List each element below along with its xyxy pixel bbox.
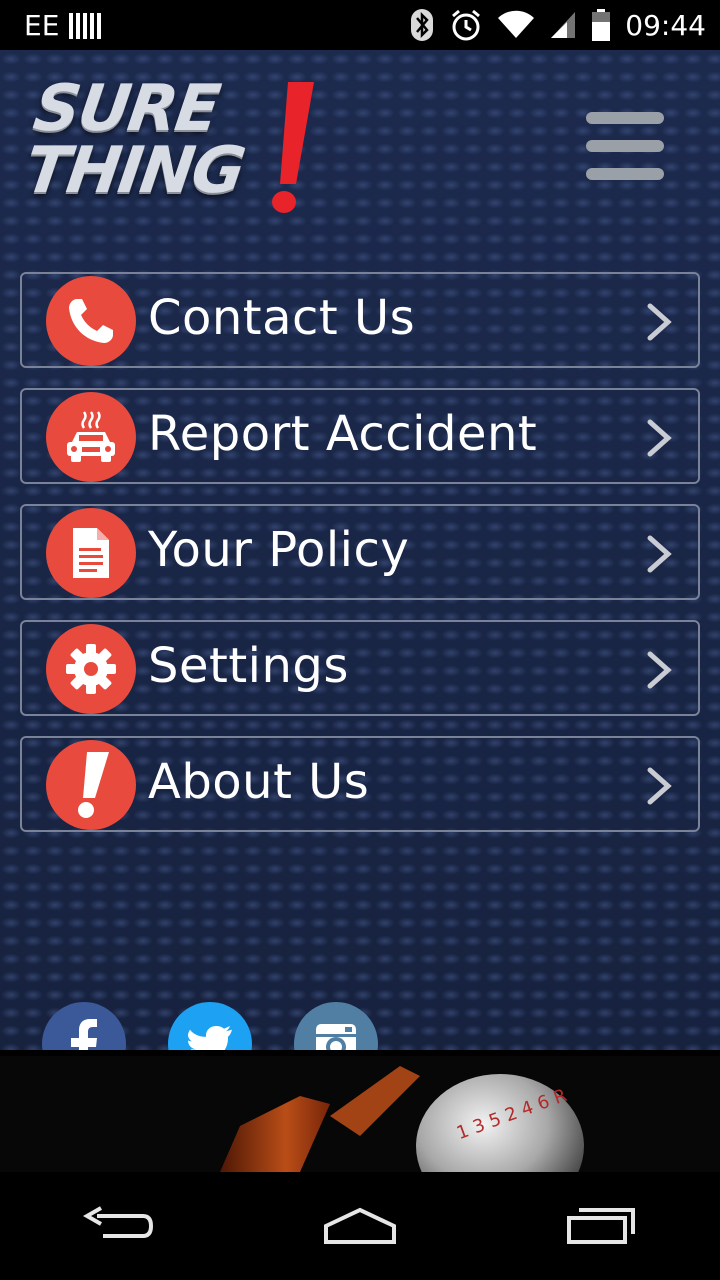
gear-icon xyxy=(46,624,136,714)
gear-shift-illustration xyxy=(0,1056,720,1172)
facebook-icon xyxy=(71,1019,97,1050)
instagram-button[interactable] xyxy=(294,1002,378,1050)
chevron-right-icon xyxy=(647,535,672,573)
logo-line-1: SURE xyxy=(29,72,223,146)
main-menu: Contact Us Report Accident Your Policy S… xyxy=(20,272,700,852)
cell-signal-icon xyxy=(551,12,576,38)
carrier-label: EE xyxy=(24,8,60,42)
app-main: SURE THING Contact Us Report Accident Yo… xyxy=(0,50,720,1050)
menu-label-contact-us: Contact Us xyxy=(148,290,416,346)
document-icon xyxy=(46,508,136,598)
instagram-icon xyxy=(316,1024,356,1050)
signal-bars-icon xyxy=(69,11,102,39)
menu-item-contact-us[interactable]: Contact Us xyxy=(20,272,700,368)
car-accident-icon xyxy=(46,392,136,482)
system-navigation-bar xyxy=(0,1172,720,1280)
chevron-right-icon xyxy=(647,303,672,341)
menu-label-about-us: About Us xyxy=(148,754,370,810)
hamburger-menu-button[interactable] xyxy=(586,112,664,180)
logo-line-2: THING xyxy=(20,134,248,208)
battery-icon xyxy=(592,9,611,41)
back-icon[interactable] xyxy=(83,1206,155,1246)
menu-item-settings[interactable]: Settings xyxy=(20,620,700,716)
banner-image: 1 3 5 2 4 6 R xyxy=(0,1056,720,1172)
chevron-right-icon xyxy=(647,419,672,457)
status-bar: EE 09:44 xyxy=(0,0,720,50)
chevron-right-icon xyxy=(647,767,672,805)
logo-exclamation-icon xyxy=(272,82,314,213)
clock-time: 09:44 xyxy=(625,8,706,42)
sure-thing-logo: SURE THING xyxy=(20,72,340,228)
menu-label-your-policy: Your Policy xyxy=(148,522,410,578)
menu-item-about-us[interactable]: About Us xyxy=(20,736,700,832)
facebook-button[interactable] xyxy=(42,1002,126,1050)
menu-item-report-accident[interactable]: Report Accident xyxy=(20,388,700,484)
recents-icon[interactable] xyxy=(565,1206,637,1246)
twitter-icon xyxy=(188,1026,232,1050)
menu-label-settings: Settings xyxy=(148,638,349,694)
chevron-right-icon xyxy=(647,651,672,689)
home-icon[interactable] xyxy=(322,1206,398,1246)
exclamation-icon xyxy=(46,740,136,830)
menu-label-report-accident: Report Accident xyxy=(148,406,538,462)
alarm-icon xyxy=(452,9,481,41)
wifi-icon xyxy=(498,10,535,39)
bluetooth-icon xyxy=(411,9,434,41)
menu-item-your-policy[interactable]: Your Policy xyxy=(20,504,700,600)
phone-icon xyxy=(46,276,136,366)
twitter-button[interactable] xyxy=(168,1002,252,1050)
